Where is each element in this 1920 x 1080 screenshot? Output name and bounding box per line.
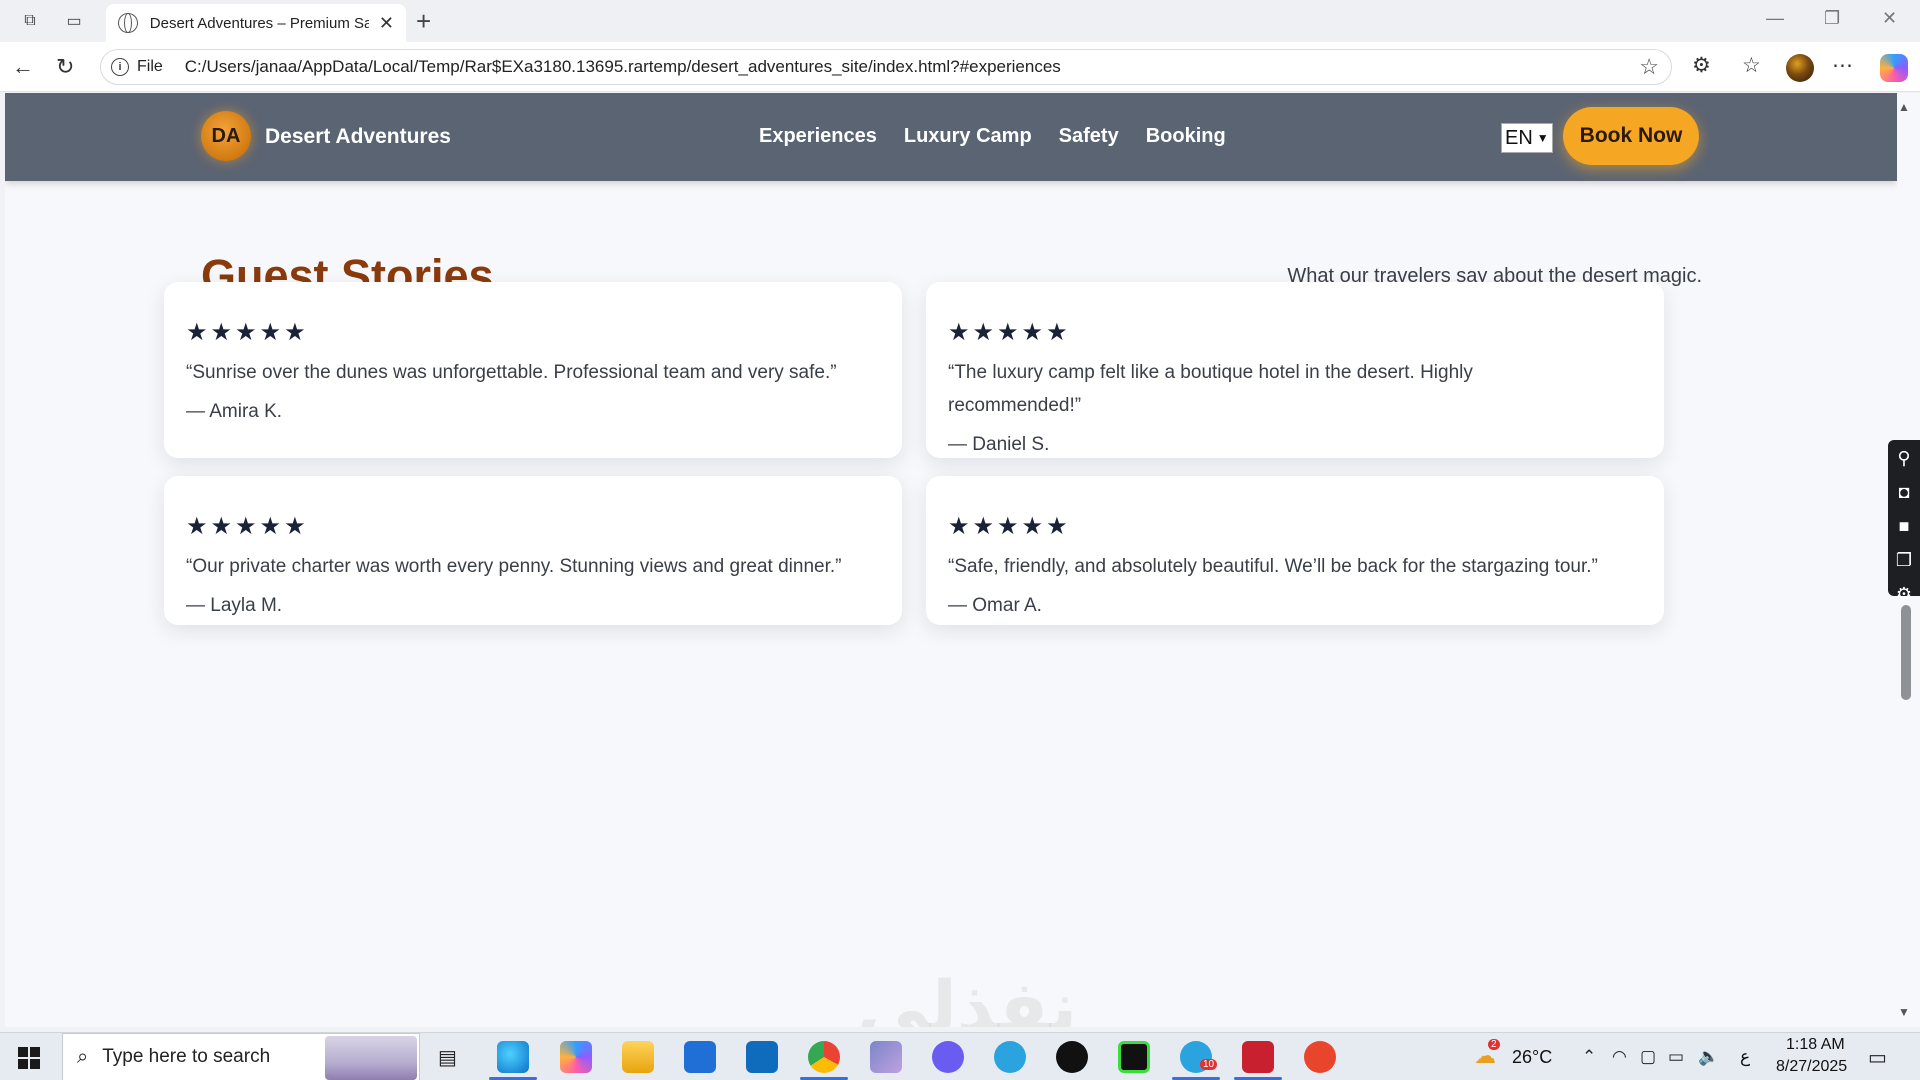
gear-icon[interactable]: ⚙ <box>1896 582 1912 606</box>
media-app-icon[interactable] <box>1118 1041 1150 1073</box>
review-card: ★★★★★ “Safe, friendly, and absolutely be… <box>926 476 1664 625</box>
language-value: EN <box>1505 126 1533 149</box>
close-tab-icon[interactable]: ✕ <box>379 13 394 34</box>
review-card: ★★★★★ “Our private charter was worth eve… <box>164 476 902 625</box>
windows-taskbar: ⌕ Type here to search ▤ 10 ☁ 2 26°C ⌃ ◠ … <box>0 1032 1920 1080</box>
language-select[interactable]: EN ▼ <box>1501 123 1553 153</box>
temperature-text[interactable]: 26°C <box>1512 1047 1552 1068</box>
extensions-icon[interactable]: ⚙ <box>1692 53 1711 78</box>
copilot-icon[interactable] <box>1880 54 1908 82</box>
nav-link-safety[interactable]: Safety <box>1059 125 1119 148</box>
browser-tab-active[interactable]: Desert Adventures – Premium Safari ✕ <box>106 4 406 42</box>
telegram-app-icon[interactable] <box>994 1041 1026 1073</box>
review-card: ★★★★★ “The luxury camp felt like a bouti… <box>926 282 1664 458</box>
close-window-button[interactable]: ✕ <box>1882 8 1897 29</box>
page-viewport: DA Desert Adventures Experiences Luxury … <box>5 93 1897 1027</box>
address-bar[interactable]: i File C:/Users/janaa/AppData/Local/Temp… <box>100 49 1672 85</box>
file-label: File <box>137 58 163 75</box>
scroll-up-icon[interactable]: ▲ <box>1898 100 1910 114</box>
browser-toolbar: ← ↻ i File C:/Users/janaa/AppData/Local/… <box>0 42 1920 92</box>
rating-stars-icon: ★★★★★ <box>186 319 309 346</box>
search-placeholder: Type here to search <box>102 1046 271 1067</box>
review-quote: “The luxury camp felt like a boutique ho… <box>948 362 1473 416</box>
favorite-star-icon[interactable]: ☆ <box>1639 54 1659 80</box>
meet-icon[interactable]: ▢ <box>1640 1047 1656 1067</box>
chevron-up-icon[interactable]: ⌃ <box>1582 1047 1596 1067</box>
profile-avatar[interactable] <box>1786 54 1814 82</box>
volume-icon[interactable]: 🔈 <box>1698 1047 1719 1067</box>
file-explorer-icon[interactable] <box>622 1041 654 1073</box>
chevron-down-icon: ▼ <box>1536 131 1549 145</box>
new-tab-button[interactable]: + <box>416 6 431 37</box>
battery-icon[interactable]: ▭ <box>1668 1047 1684 1067</box>
wps-app-icon[interactable] <box>1242 1041 1274 1073</box>
more-options-icon[interactable]: ⋯ <box>1832 53 1853 78</box>
search-highlight-image <box>325 1036 417 1080</box>
review-quote: “Sunrise over the dunes was unforgettabl… <box>186 362 837 383</box>
rating-stars-icon: ★★★★★ <box>948 319 1071 346</box>
scrollbar-thumb[interactable] <box>1901 605 1911 700</box>
capture-toolbar: ⚲ ◘ ■ ❐ ⚙ <box>1888 440 1920 604</box>
search-icon: ⌕ <box>77 1045 89 1068</box>
windows-icon[interactable]: ❐ <box>1896 548 1912 572</box>
notifications-icon[interactable]: ▭ <box>1868 1045 1887 1070</box>
nav-link-booking[interactable]: Booking <box>1146 125 1226 148</box>
rating-stars-icon: ★★★★★ <box>948 513 1071 540</box>
review-author: — Omar A. <box>948 595 1042 616</box>
review-quote: “Safe, friendly, and absolutely beautifu… <box>948 556 1598 577</box>
review-quote: “Our private charter was worth every pen… <box>186 556 842 577</box>
url-text[interactable]: C:/Users/janaa/AppData/Local/Temp/Rar$EX… <box>185 57 1061 77</box>
review-author: — Daniel S. <box>948 434 1050 455</box>
input-language[interactable]: ع <box>1740 1047 1750 1067</box>
nav-link-luxury-camp[interactable]: Luxury Camp <box>904 125 1032 148</box>
watermark-logo: نفذلي <box>857 965 1078 1027</box>
copilot-app-icon[interactable] <box>560 1041 592 1073</box>
back-button[interactable]: ← <box>12 54 34 80</box>
clock-date[interactable]: 8/27/2025 <box>1776 1058 1847 1076</box>
review-card: ★★★★★ “Sunrise over the dunes was unforg… <box>164 282 902 458</box>
workspaces-icon[interactable]: ⧉ <box>18 9 42 33</box>
video-icon[interactable]: ■ <box>1899 514 1910 538</box>
globe-icon <box>118 13 138 33</box>
nav-link-experiences[interactable]: Experiences <box>759 125 877 148</box>
favorites-icon[interactable]: ☆ <box>1742 53 1761 78</box>
discord-app-icon[interactable] <box>932 1041 964 1073</box>
task-view-icon[interactable]: ▤ <box>438 1045 457 1070</box>
camera-icon[interactable]: ◘ <box>1899 480 1910 504</box>
link-icon[interactable]: ⚲ <box>1897 446 1910 470</box>
taskbar-search[interactable]: ⌕ Type here to search <box>62 1033 420 1080</box>
wifi-icon[interactable]: ◠ <box>1612 1047 1627 1067</box>
site-header: DA Desert Adventures Experiences Luxury … <box>5 93 1897 181</box>
edge-app-icon[interactable] <box>497 1041 529 1073</box>
wps-office-icon[interactable] <box>1304 1041 1336 1073</box>
review-author: — Layla M. <box>186 595 283 616</box>
scroll-down-icon[interactable]: ▼ <box>1898 1005 1910 1019</box>
logo-badge[interactable]: DA <box>201 111 251 161</box>
chrome-app-icon[interactable] <box>808 1041 840 1073</box>
tab-title: Desert Adventures – Premium Safari <box>149 14 369 32</box>
main-nav: Experiences Luxury Camp Safety Booking <box>759 125 1226 148</box>
vertical-tabs-icon[interactable]: ▭ <box>62 9 86 33</box>
book-now-button[interactable]: Book Now <box>1563 107 1699 165</box>
restore-button[interactable]: ❐ <box>1824 8 1840 29</box>
review-author: — Amira K. <box>186 401 283 422</box>
reload-button[interactable]: ↻ <box>56 54 74 80</box>
brand-name[interactable]: Desert Adventures <box>265 125 451 149</box>
browser-titlebar: ⧉ ▭ Desert Adventures – Premium Safari ✕… <box>0 0 1920 42</box>
rating-stars-icon: ★★★★★ <box>186 513 309 540</box>
weather-badge: 2 <box>1488 1039 1500 1050</box>
whatsapp-app-icon[interactable] <box>1056 1041 1088 1073</box>
minimize-button[interactable]: — <box>1766 8 1784 29</box>
clock-time[interactable]: 1:18 AM <box>1786 1036 1845 1054</box>
photos-app-icon[interactable] <box>870 1041 902 1073</box>
outlook-app-icon[interactable] <box>746 1041 778 1073</box>
start-button[interactable] <box>18 1047 40 1069</box>
info-icon[interactable]: i <box>111 58 129 76</box>
store-app-icon[interactable] <box>684 1041 716 1073</box>
telegram-badge: 10 <box>1200 1059 1218 1070</box>
